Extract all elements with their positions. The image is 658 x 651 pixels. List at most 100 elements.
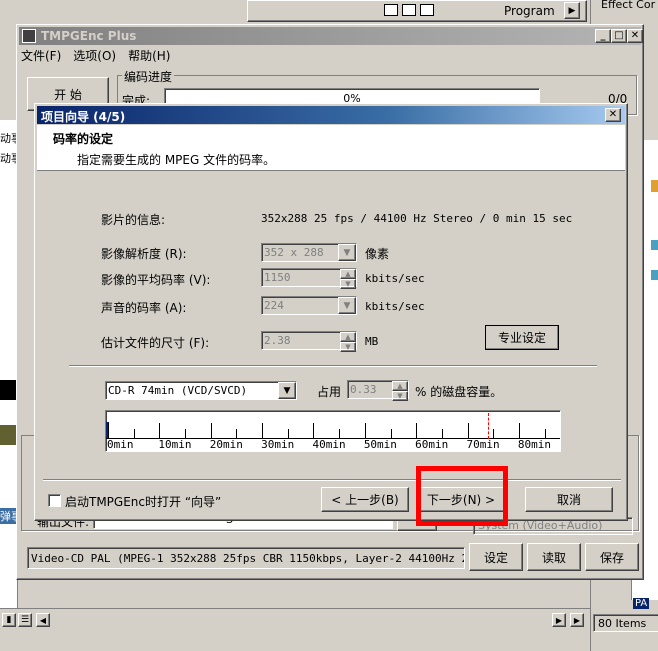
setup-button[interactable]: 设定 <box>469 543 523 571</box>
bg-bottom-icon[interactable]: ◀ <box>36 613 50 627</box>
effect-label: Effect Cor <box>601 0 656 11</box>
scale-label: 40min <box>312 438 346 451</box>
bg-right-colorbar <box>651 240 658 250</box>
audio-bitrate-unit: kbits/sec <box>365 300 425 313</box>
project-wizard-dialog: 项目向导 (4/5) ✕ 码率的设定 指定需要生成的 MPEG 文件的码率。 影… <box>34 103 628 521</box>
audio-bitrate-value: 224 <box>264 299 284 312</box>
wizard-title-bar[interactable]: 项目向导 (4/5) ✕ <box>37 106 625 124</box>
cancel-button[interactable]: 取消 <box>525 487 613 512</box>
filesize-spin: ▲ ▼ <box>340 332 356 352</box>
scale-label: 80min <box>517 438 552 451</box>
wizard-close-icon[interactable]: ✕ <box>605 108 621 122</box>
scale-tick <box>262 423 264 439</box>
startup-wizard-checkbox[interactable] <box>48 494 61 507</box>
scale-label: 50min <box>363 438 397 451</box>
spin-down-icon: ▼ <box>340 342 356 352</box>
spin-up-icon: ▲ <box>340 269 356 279</box>
scale-label: 10min <box>158 438 192 451</box>
scale-label: 60min <box>415 438 449 451</box>
bg-bottom-icon[interactable]: ▶ <box>552 613 566 627</box>
spin-up-icon: ▲ <box>392 381 408 391</box>
resolution-select: 352 x 288 ▼ <box>261 243 357 262</box>
back-button[interactable]: < 上一步(B) <box>321 487 409 512</box>
occupy-suffix: % 的磁盘容量。 <box>415 385 503 399</box>
bg-right-colorbar <box>651 180 658 192</box>
chevron-down-icon[interactable]: ▼ <box>278 382 296 399</box>
media-select[interactable]: CD-R 74min (VCD/SVCD) ▼ <box>105 381 297 400</box>
next-button-highlight <box>416 466 508 526</box>
chevron-down-icon: ▼ <box>338 297 356 314</box>
wizard-header: 码率的设定 指定需要生成的 MPEG 文件的码率。 <box>37 125 625 171</box>
audio-bitrate-label: 声音的码率 (A): <box>101 301 187 315</box>
wizard-footer-separator <box>43 479 621 481</box>
menu-options[interactable]: 选项(O) <box>73 47 116 65</box>
scale-label: 0min <box>107 438 134 451</box>
audio-bitrate-select: 224 ▼ <box>261 296 357 315</box>
main-menu-bar: 文件(F) 选项(O) 帮助(H) <box>21 47 170 65</box>
occupy-label: 占用 <box>317 385 342 399</box>
movie-info-label: 影片的信息: <box>101 213 166 227</box>
disc-capacity-scale: 0min 10min 20min 30min 40min 50min 60min 70min 8… <box>105 410 561 452</box>
bg-bottom-icon[interactable]: ▶ <box>570 613 584 627</box>
right-fragment: PA <box>633 598 650 609</box>
video-bitrate-label: 影像的平均码率 (V): <box>101 273 211 287</box>
occupy-stepper: 0.33 ▲ ▼ <box>347 380 409 401</box>
scale-tick <box>364 423 366 439</box>
scale-tick <box>313 423 315 439</box>
play-icon[interactable]: ▶ <box>564 2 580 19</box>
resolution-unit: 像素 <box>365 247 390 261</box>
scale-tick <box>518 423 520 439</box>
chevron-down-icon: ▼ <box>338 244 356 261</box>
minimize-icon[interactable]: _ <box>595 29 611 43</box>
scale-capacity-marker <box>488 413 490 439</box>
scale-label: 20min <box>209 438 243 451</box>
scale-tick <box>467 423 469 439</box>
scale-tick <box>416 423 418 439</box>
group-title: 编码进度 <box>122 68 175 85</box>
wizard-title: 项目向导 (4/5) <box>41 110 126 124</box>
bg-toolbar-icon[interactable] <box>420 4 434 16</box>
startup-wizard-label: 启动TMPGEnc时打开 “向导” <box>65 495 222 509</box>
spin-up-icon: ▲ <box>340 332 356 342</box>
spin-down-icon: ▼ <box>392 391 408 401</box>
filesize-stepper: 2.38 ▲ ▼ <box>261 331 357 352</box>
video-bitrate-spin: ▲ ▼ <box>340 269 356 289</box>
scale-label: 30min <box>261 438 295 451</box>
video-bitrate-stepper: 1150 ▲ ▼ <box>261 268 357 289</box>
resolution-label: 影像解析度 (R): <box>101 247 187 261</box>
menu-help[interactable]: 帮助(H) <box>128 47 170 65</box>
occupy-value: 0.33 <box>350 383 377 396</box>
bg-right-colorbar <box>651 270 658 280</box>
main-title: TMPGEnc Plus <box>41 29 137 43</box>
video-bitrate-value: 1150 <box>264 271 291 284</box>
video-bitrate-unit: kbits/sec <box>365 272 425 285</box>
advanced-settings-button[interactable]: 专业设定 <box>485 325 559 350</box>
scale-label: 70min <box>466 438 500 451</box>
wizard-header-subtitle: 指定需要生成的 MPEG 文件的码率。 <box>77 153 276 167</box>
close-icon[interactable]: ✕ <box>627 29 643 43</box>
app-icon <box>22 29 36 43</box>
save-button[interactable]: 保存 <box>585 543 639 571</box>
menu-file[interactable]: 文件(F) <box>21 47 61 65</box>
status-text: Video-CD PAL (MPEG-1 352x288 25fps CBR 1… <box>27 547 465 569</box>
bg-toolbar: Program ▶ <box>247 0 587 22</box>
filesize-unit: MB <box>365 335 379 348</box>
load-button[interactable]: 读取 <box>527 543 581 571</box>
filesize-label: 估计文件的尺寸 (F): <box>101 336 210 350</box>
resolution-value: 352 x 288 <box>264 246 324 259</box>
scale-tick <box>210 423 212 439</box>
scale-tick <box>159 423 161 439</box>
scale-tick <box>133 429 135 439</box>
movie-info-value: 352x288 25 fps / 44100 Hz Stereo / 0 min… <box>261 212 573 225</box>
bg-bottom-icon[interactable]: ☰ <box>18 613 32 627</box>
bg-bottom-strip: ▮ ☰ ◀ ▶ ▶ <box>0 608 590 651</box>
spin-down-icon: ▼ <box>340 279 356 289</box>
main-title-bar[interactable]: TMPGEnc Plus _ □ ✕ <box>19 27 643 45</box>
bg-toolbar-icon[interactable] <box>384 4 398 16</box>
scale-tick <box>108 423 109 439</box>
occupy-spin: ▲ ▼ <box>392 381 408 401</box>
wizard-header-title: 码率的设定 <box>53 132 114 146</box>
bg-bottom-icon[interactable]: ▮ <box>2 613 16 627</box>
maximize-icon[interactable]: □ <box>611 29 627 43</box>
bg-toolbar-icon[interactable] <box>402 4 416 16</box>
